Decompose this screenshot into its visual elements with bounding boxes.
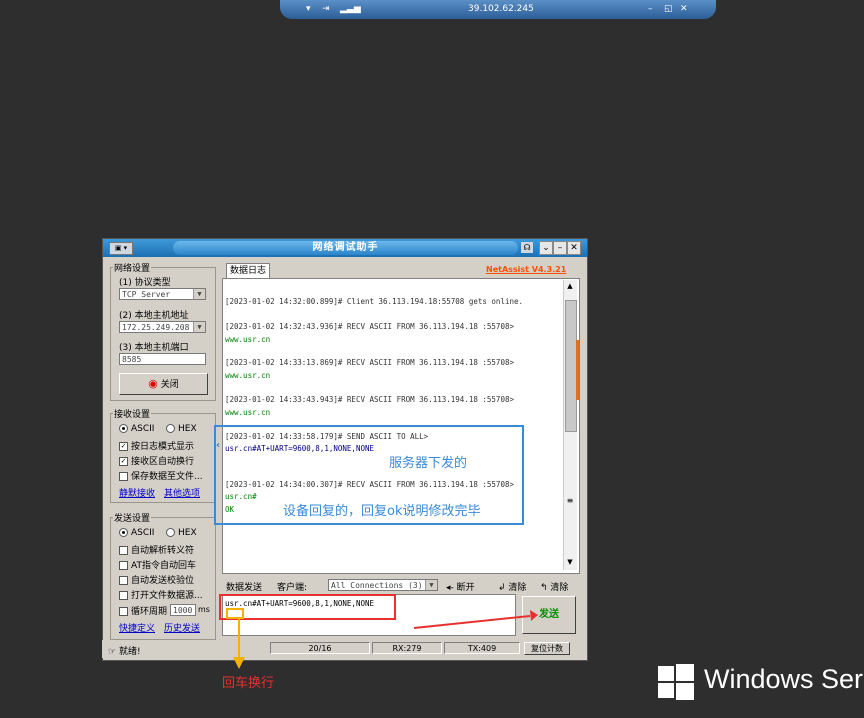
reset-count-button[interactable]: 复位计数 bbox=[524, 642, 570, 655]
window-title: 网络调试助手 bbox=[173, 241, 518, 255]
receive-ascii-radio[interactable]: ASCII bbox=[119, 424, 154, 434]
orange-arrow bbox=[233, 619, 245, 669]
app-menu-icon[interactable]: ▣ ▾ bbox=[109, 242, 133, 255]
network-settings-label: 网络设置 bbox=[113, 261, 152, 274]
receive-settings-label: 接收设置 bbox=[113, 407, 152, 420]
client-label: 客户端: bbox=[277, 583, 308, 593]
clear-icon: ↲ bbox=[498, 583, 506, 593]
record-icon: ◉ bbox=[148, 377, 158, 390]
send-settings-label: 发送设置 bbox=[113, 511, 152, 524]
protocol-select[interactable]: TCP Server ▼ bbox=[119, 288, 206, 300]
chevron-down-icon: ▼ bbox=[193, 322, 205, 332]
annotation-device-reply: 设备回复的，回复ok说明修改完毕 bbox=[283, 504, 481, 519]
log-line: [2023-01-02 14:32:43.936]# RECV ASCII FR… bbox=[225, 322, 514, 331]
host-select[interactable]: 172.25.249.208 ▼ bbox=[119, 321, 206, 333]
red-arrow bbox=[413, 610, 538, 629]
collapse-button[interactable]: ⌄ bbox=[539, 241, 553, 255]
grip-icon: ≡ bbox=[566, 496, 574, 505]
brand-link[interactable]: NetAssist V4.3.21 bbox=[486, 265, 566, 274]
auto-checksum-checkbox[interactable]: 自动发送校验位 bbox=[119, 573, 194, 586]
scroll-marker bbox=[576, 340, 579, 400]
loop-period-checkbox[interactable]: 循环周期 bbox=[119, 604, 167, 617]
period-unit: ms bbox=[198, 605, 210, 614]
parse-escape-checkbox[interactable]: 自动解析转义符 bbox=[119, 543, 194, 556]
remote-desktop-bar: ▾ ⇥ ▂▃▅ 39.102.62.245 – ◱ ✕ bbox=[280, 0, 716, 19]
open-file-source-checkbox[interactable]: 打开文件数据源... bbox=[119, 588, 203, 601]
status-tx: TX:409 bbox=[444, 642, 520, 654]
windows-logo-icon bbox=[658, 664, 694, 700]
receive-hex-radio[interactable]: HEX bbox=[166, 424, 197, 434]
clear-send-button[interactable]: ↰ 清除 bbox=[540, 580, 568, 593]
windows-server-text: Windows Ser bbox=[704, 664, 864, 694]
send-toolbar: 数据发送 客户端: All Connections (3) ▼ ◂- 断开 ↲ 清… bbox=[222, 576, 578, 593]
chevron-down-icon: ▼ bbox=[425, 580, 437, 590]
period-input[interactable]: 1000 bbox=[170, 604, 196, 616]
auto-wrap-checkbox[interactable]: ✓ 接收区自动换行 bbox=[119, 454, 194, 467]
log-line: [2023-01-02 14:33:43.943]# RECV ASCII FR… bbox=[225, 395, 514, 404]
remote-restore-button[interactable]: ◱ bbox=[664, 4, 673, 14]
log-line: [2023-01-02 14:32:00.899]# Client 36.113… bbox=[225, 297, 524, 306]
port-input[interactable]: 8585 bbox=[119, 353, 206, 365]
host-label: (2) 本地主机地址 bbox=[119, 311, 189, 321]
log-scrollbar[interactable]: ▲ ≡ ▼ bbox=[563, 280, 579, 570]
remote-close-button[interactable]: ✕ bbox=[680, 4, 688, 14]
other-options-link[interactable]: 其他选项 bbox=[164, 486, 200, 499]
client-select[interactable]: All Connections (3) ▼ bbox=[328, 579, 438, 591]
disconnect-button[interactable]: ◂- 断开 bbox=[446, 580, 475, 593]
remote-minimize-button[interactable]: – bbox=[648, 4, 653, 14]
scroll-down-icon[interactable]: ▼ bbox=[565, 558, 575, 568]
log-mode-checkbox[interactable]: ✓ 按日志模式显示 bbox=[119, 439, 194, 452]
minimize-button[interactable]: – bbox=[553, 241, 567, 255]
pin-menu-icon[interactable]: ▾ bbox=[306, 4, 311, 14]
close-connection-button[interactable]: ◉ 关闭 bbox=[119, 373, 208, 395]
hand-icon: ☞ bbox=[108, 647, 117, 657]
send-history-link[interactable]: 历史发送 bbox=[164, 621, 200, 634]
annotation-crlf: 回车换行 bbox=[222, 676, 275, 691]
chevron-down-icon: ▼ bbox=[193, 289, 205, 299]
silent-receive-link[interactable]: 静默接收 bbox=[119, 486, 155, 499]
disconnect-icon: ◂- bbox=[446, 583, 454, 593]
status-rx: RX:279 bbox=[372, 642, 442, 654]
send-ascii-radio[interactable]: ASCII bbox=[119, 528, 154, 538]
signal-icon: ▂▃▅ bbox=[340, 4, 361, 14]
save-to-file-checkbox[interactable]: 保存数据至文件... bbox=[119, 469, 203, 482]
tab-data-send[interactable]: 数据发送 bbox=[226, 580, 262, 593]
crlf-highlight-box bbox=[226, 608, 244, 619]
close-connection-label: 关闭 bbox=[160, 380, 179, 390]
annotation-server-sent: 服务器下发的 bbox=[389, 456, 468, 471]
at-auto-enter-checkbox[interactable]: AT指令自动回车 bbox=[119, 558, 196, 571]
quick-define-link[interactable]: 快捷定义 bbox=[119, 621, 155, 634]
pin-icon[interactable]: ⇥ bbox=[322, 4, 330, 14]
log-line: [2023-01-02 14:33:13.869]# RECV ASCII FR… bbox=[225, 358, 514, 367]
close-button[interactable]: ✕ bbox=[567, 241, 581, 255]
headset-icon[interactable]: ☊ bbox=[521, 242, 533, 253]
title-bar: ▣ ▾ 网络调试助手 ☊ ⌄ – ✕ bbox=[103, 239, 587, 257]
log-line: www.usr.cn bbox=[225, 371, 271, 380]
status-ready: ☞ 就绪! bbox=[108, 647, 141, 657]
scroll-up-icon[interactable]: ▲ bbox=[565, 282, 575, 292]
clear-icon: ↰ bbox=[540, 583, 548, 593]
status-count: 20/16 bbox=[270, 642, 370, 654]
clear-log-button[interactable]: ↲ 清除 bbox=[498, 580, 526, 593]
port-label: (3) 本地主机端口 bbox=[119, 343, 189, 353]
log-line: www.usr.cn bbox=[225, 408, 271, 417]
tab-data-log[interactable]: 数据日志 bbox=[226, 263, 270, 278]
remote-ip: 39.102.62.245 bbox=[468, 4, 534, 14]
log-line: www.usr.cn bbox=[225, 335, 271, 344]
send-hex-radio[interactable]: HEX bbox=[166, 528, 197, 538]
protocol-label: (1) 协议类型 bbox=[119, 278, 171, 288]
red-highlight-box bbox=[219, 594, 396, 620]
